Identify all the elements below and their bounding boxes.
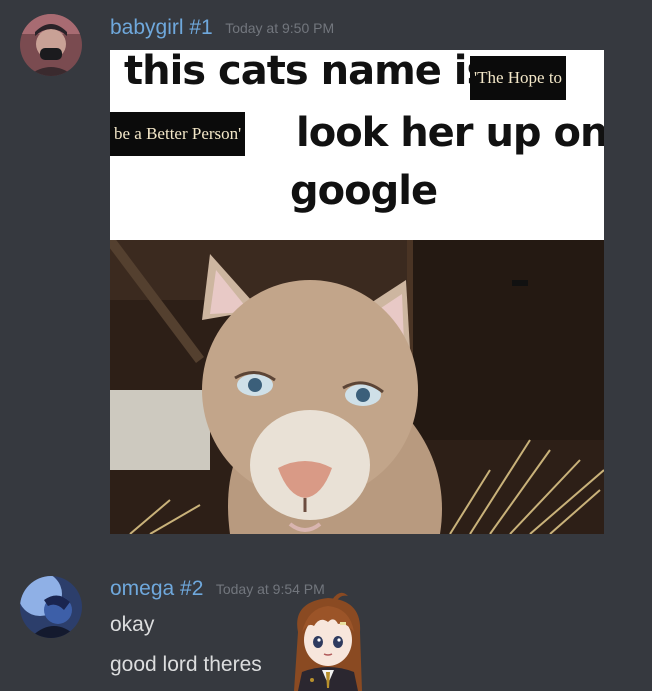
meme-line-2: look her up on — [296, 110, 604, 156]
username[interactable]: babygirl #1 — [110, 16, 213, 39]
cougar-image — [110, 240, 604, 534]
cougar-photo — [110, 240, 604, 534]
username[interactable]: omega #2 — [110, 577, 203, 600]
image-attachment[interactable]: this cats name is 'The Hope to be a Bett… — [110, 50, 604, 534]
message-header: babygirl #1 Today at 9:50 PM — [110, 16, 334, 40]
meme-line-1: this cats name is — [124, 50, 490, 94]
message-text: good lord theres — [110, 653, 262, 676]
chat-window: babygirl #1 Today at 9:50 PM this cats n… — [0, 0, 652, 691]
meme-highlight-1: 'The Hope to — [470, 56, 567, 100]
message-text: okay — [110, 613, 155, 636]
meme-caption: this cats name is 'The Hope to be a Bett… — [110, 50, 604, 240]
anime-girl-sticker — [294, 592, 362, 691]
meme-highlight-2: be a Better Person' — [110, 112, 246, 156]
avatar[interactable] — [20, 14, 82, 76]
meme-line-3: google — [290, 168, 438, 214]
timestamp: Today at 9:50 PM — [225, 20, 335, 36]
avatar[interactable] — [20, 576, 82, 638]
